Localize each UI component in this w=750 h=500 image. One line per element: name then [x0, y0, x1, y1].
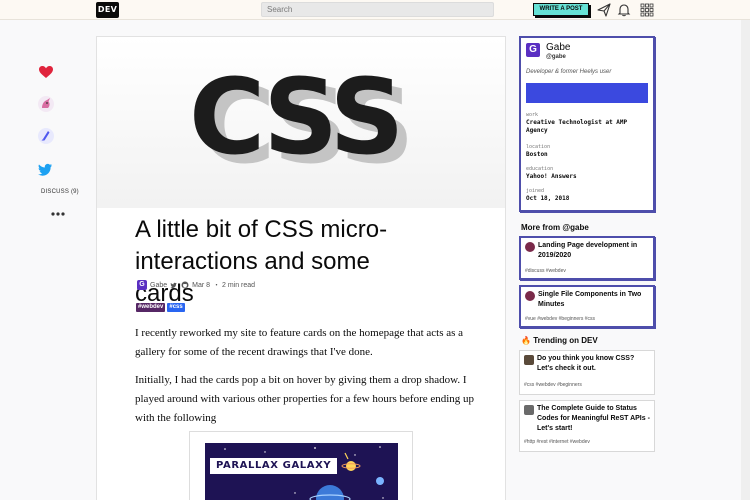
publish-date: Mar 8	[192, 281, 211, 289]
work-value: Creative Technologist at AMP Agency	[526, 119, 628, 134]
read-time: ・ 2 min read	[213, 282, 256, 289]
bookmark-icon	[38, 128, 54, 144]
profile-bio: Developer & former Heelys user	[526, 69, 612, 75]
author-name[interactable]: Gabe	[150, 282, 167, 289]
post-title[interactable]: The Complete Guide to Status Codes for M…	[537, 404, 652, 434]
cover-image: CSS CSS	[97, 37, 505, 208]
unicorn-reaction-button[interactable]	[37, 95, 55, 113]
author-avatar	[524, 355, 534, 365]
page-scrollbar[interactable]	[741, 20, 750, 500]
location-value: Boston	[526, 151, 548, 158]
heart-icon	[39, 66, 53, 78]
author-avatar	[525, 291, 535, 301]
fire-icon: 🔥	[521, 336, 531, 345]
post-title[interactable]: Single File Components in Two Minutes	[538, 290, 653, 310]
more-from-item[interactable]: Single File Components in Two Minutes #v…	[519, 285, 655, 328]
article-paragraph: Initially, I had the cards pop a bit on …	[135, 374, 475, 424]
article-tags: #webdev #css	[136, 303, 185, 312]
article-paragraph: I recently reworked my site to feature c…	[135, 327, 464, 358]
trending-label: Trending on DEV	[533, 336, 598, 345]
post-title[interactable]: Do you think you know CSS? Let's check i…	[537, 354, 652, 374]
post-tags: #vue #webdev #beginners #css	[525, 316, 596, 322]
education-label: education	[526, 166, 554, 172]
top-nav: DEV WRITE A POST	[0, 0, 750, 20]
tag-css[interactable]: #css	[167, 303, 185, 312]
post-tags: #css #webdev #beginners	[524, 382, 582, 388]
galaxy-image: PARALLAX GALAXY	[205, 443, 398, 500]
article-title: A little bit of CSS micro-interactions a…	[135, 216, 388, 307]
search-input[interactable]	[261, 2, 494, 17]
tag-webdev[interactable]: #webdev	[136, 303, 166, 312]
twitter-icon[interactable]	[170, 281, 178, 289]
author-avatar	[524, 405, 534, 415]
bell-icon[interactable]	[617, 3, 631, 17]
twitter-share-button[interactable]	[37, 160, 55, 178]
post-title[interactable]: Landing Page development in 2019/2020	[538, 241, 653, 261]
more-from-item[interactable]: Landing Page development in 2019/2020 #d…	[519, 236, 655, 280]
more-from-title: More from @gabe	[521, 223, 589, 232]
follow-button[interactable]	[526, 83, 648, 103]
work-label: work	[526, 112, 539, 118]
joined-value: Oct 18, 2018	[526, 195, 570, 202]
discuss-link[interactable]: DISCUSS (9)	[41, 189, 79, 195]
article-meta: G Gabe Mar 8 ・ 2 min read	[137, 280, 255, 290]
menu-grid-icon[interactable]	[640, 3, 654, 17]
author-profile-card: G Gabe @gabe Developer & former Heelys u…	[519, 36, 655, 212]
send-icon[interactable]	[597, 3, 611, 17]
cover-text: CSS	[189, 56, 400, 178]
article-card: CSS CSS A little bit of CSS micro-intera…	[96, 36, 506, 500]
more-options-icon[interactable]	[51, 211, 65, 217]
heart-reaction-button[interactable]	[37, 63, 55, 81]
joined-label: joined	[526, 188, 545, 194]
post-tags: #discuss #webdev	[525, 268, 566, 274]
education-value: Yahoo! Answers	[526, 173, 577, 180]
article-figure: PARALLAX GALAXY	[189, 431, 413, 500]
unicorn-icon	[38, 96, 54, 112]
trending-title: 🔥 Trending on DEV	[521, 336, 598, 345]
author-avatar	[525, 242, 535, 252]
post-tags: #http #rest #internet #webdev	[524, 439, 590, 445]
author-avatar[interactable]: G	[137, 280, 147, 290]
profile-name[interactable]: Gabe	[546, 42, 570, 53]
profile-avatar[interactable]: G	[526, 43, 540, 57]
trending-item[interactable]: Do you think you know CSS? Let's check i…	[519, 350, 655, 395]
twitter-icon	[38, 163, 52, 176]
dev-logo[interactable]: DEV	[96, 2, 119, 18]
profile-handle: @gabe	[546, 54, 566, 60]
write-post-button[interactable]: WRITE A POST	[533, 3, 589, 16]
github-icon[interactable]	[181, 281, 189, 289]
figure-label: PARALLAX GALAXY	[210, 458, 338, 474]
trending-item[interactable]: The Complete Guide to Status Codes for M…	[519, 400, 655, 452]
location-label: location	[526, 144, 551, 150]
bookmark-reaction-button[interactable]	[37, 127, 55, 145]
